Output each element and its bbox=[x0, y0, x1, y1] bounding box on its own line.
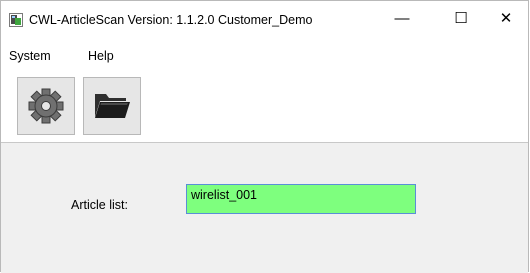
app-icon bbox=[9, 13, 23, 27]
maximize-button[interactable]: ☐ bbox=[438, 1, 484, 35]
close-icon: ✕ bbox=[499, 10, 513, 27]
gear-icon bbox=[28, 88, 64, 124]
app-window: CWL-ArticleScan Version: 1.1.2.0 Custome… bbox=[0, 0, 529, 273]
minimize-icon: — bbox=[394, 9, 410, 27]
close-button[interactable]: ✕ bbox=[483, 1, 529, 35]
settings-button[interactable] bbox=[17, 77, 75, 135]
main-panel: Article list: wirelist_001 bbox=[1, 143, 528, 273]
article-list-label: Article list: bbox=[71, 198, 128, 212]
article-list-input[interactable]: wirelist_001 bbox=[186, 184, 416, 214]
open-folder-button[interactable] bbox=[83, 77, 141, 135]
menu-help[interactable]: Help bbox=[88, 49, 114, 63]
minimize-button[interactable]: — bbox=[379, 1, 425, 35]
folder-open-icon bbox=[95, 94, 130, 118]
menu-system[interactable]: System bbox=[9, 49, 51, 63]
toolbar bbox=[1, 71, 528, 143]
window-title: CWL-ArticleScan Version: 1.1.2.0 Custome… bbox=[29, 13, 313, 27]
menu-bar: System Help bbox=[1, 45, 528, 69]
maximize-icon: ☐ bbox=[454, 10, 468, 27]
title-bar[interactable]: CWL-ArticleScan Version: 1.1.2.0 Custome… bbox=[1, 1, 528, 45]
article-list-value: wirelist_001 bbox=[191, 188, 258, 202]
